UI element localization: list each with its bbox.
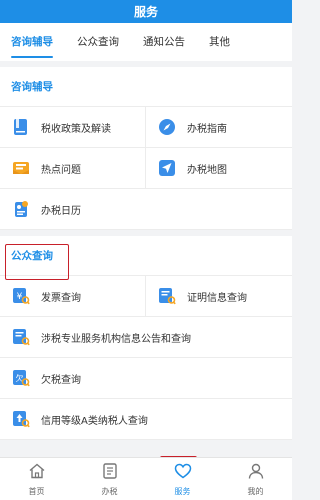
item-tax-calendar[interactable]: 办税日历 <box>0 189 292 230</box>
tabbar-service[interactable]: 服务 <box>146 458 219 500</box>
compass-icon <box>157 117 177 137</box>
public-query-section-title: 公众查询 <box>0 236 292 276</box>
tabbar-label: 我的 <box>247 486 264 496</box>
book-icon <box>11 117 31 137</box>
item-hot-issues[interactable]: 热点问题 <box>0 148 146 189</box>
item-label: 办税日历 <box>41 205 81 217</box>
tab-public-query[interactable]: 公众查询 <box>77 23 119 61</box>
tab-other[interactable]: 其他 <box>209 23 230 61</box>
item-label: 发票查询 <box>41 292 81 304</box>
credit-search-icon <box>11 409 31 429</box>
service-page: 服务 咨询辅导 公众查询 通知公告 其他 咨询辅导 税收政策及解读 办税指南 热… <box>0 0 292 500</box>
item-label: 证明信息查询 <box>187 292 247 304</box>
item-credit-query[interactable]: 信用等级A类纳税人查询 <box>0 399 292 440</box>
item-tax-guide[interactable]: 办税指南 <box>146 107 292 148</box>
tabbar-home[interactable]: 首页 <box>0 458 73 500</box>
tabbar-label: 办税 <box>101 486 118 496</box>
bottom-tab-bar: 首页 办税 服务 我的 <box>0 457 292 500</box>
item-label: 涉税专业服务机构信息公告和查询 <box>41 333 191 345</box>
heart-icon <box>174 462 192 484</box>
item-certificate-query[interactable]: 证明信息查询 <box>146 276 292 317</box>
arrears-search-icon: 欠 <box>11 368 31 388</box>
home-icon <box>28 462 46 484</box>
item-label: 办税指南 <box>187 123 227 135</box>
consult-section-title: 咨询辅导 <box>0 67 292 107</box>
item-tax-map[interactable]: 办税地图 <box>146 148 292 189</box>
app-header: 服务 <box>0 0 292 23</box>
certificate-search-icon <box>157 286 177 306</box>
tab-notice[interactable]: 通知公告 <box>143 23 185 61</box>
list-icon <box>101 462 119 484</box>
item-label: 税收政策及解读 <box>41 123 111 135</box>
consult-section: 咨询辅导 税收政策及解读 办税指南 热点问题 办税地图 办税日历 <box>0 67 292 230</box>
item-label: 欠税查询 <box>41 374 81 386</box>
public-query-grid: ¥ 发票查询 证明信息查询 涉税专业服务机构信息公告和查询 欠 欠税查询 信用等… <box>0 276 292 440</box>
item-arrears-query[interactable]: 欠 欠税查询 <box>0 358 292 399</box>
item-label: 办税地图 <box>187 164 227 176</box>
tab-consult[interactable]: 咨询辅导 <box>11 23 53 61</box>
tab-bar-top: 咨询辅导 公众查询 通知公告 其他 <box>0 23 292 61</box>
agency-search-icon <box>11 327 31 347</box>
tabbar-tax[interactable]: 办税 <box>73 458 146 500</box>
item-label: 信用等级A类纳税人查询 <box>41 415 148 427</box>
item-invoice-query[interactable]: ¥ 发票查询 <box>0 276 146 317</box>
invoice-search-icon: ¥ <box>11 286 31 306</box>
mail-icon <box>11 158 31 178</box>
public-query-section: 公众查询 ¥ 发票查询 证明信息查询 涉税专业服务机构信息公告和查询 欠 欠税查… <box>0 236 292 440</box>
item-tax-policy[interactable]: 税收政策及解读 <box>0 107 146 148</box>
item-agency-query[interactable]: 涉税专业服务机构信息公告和查询 <box>0 317 292 358</box>
svg-text:¥: ¥ <box>17 292 23 302</box>
tabbar-label: 首页 <box>28 486 45 496</box>
user-icon <box>247 462 265 484</box>
item-label: 热点问题 <box>41 164 81 176</box>
tabbar-label: 服务 <box>174 486 191 496</box>
paper-plane-icon <box>157 158 177 178</box>
tabbar-mine[interactable]: 我的 <box>219 458 292 500</box>
consult-grid: 税收政策及解读 办税指南 热点问题 办税地图 办税日历 <box>0 107 292 230</box>
calendar-doc-icon <box>11 199 31 219</box>
page-title: 服务 <box>133 5 158 19</box>
